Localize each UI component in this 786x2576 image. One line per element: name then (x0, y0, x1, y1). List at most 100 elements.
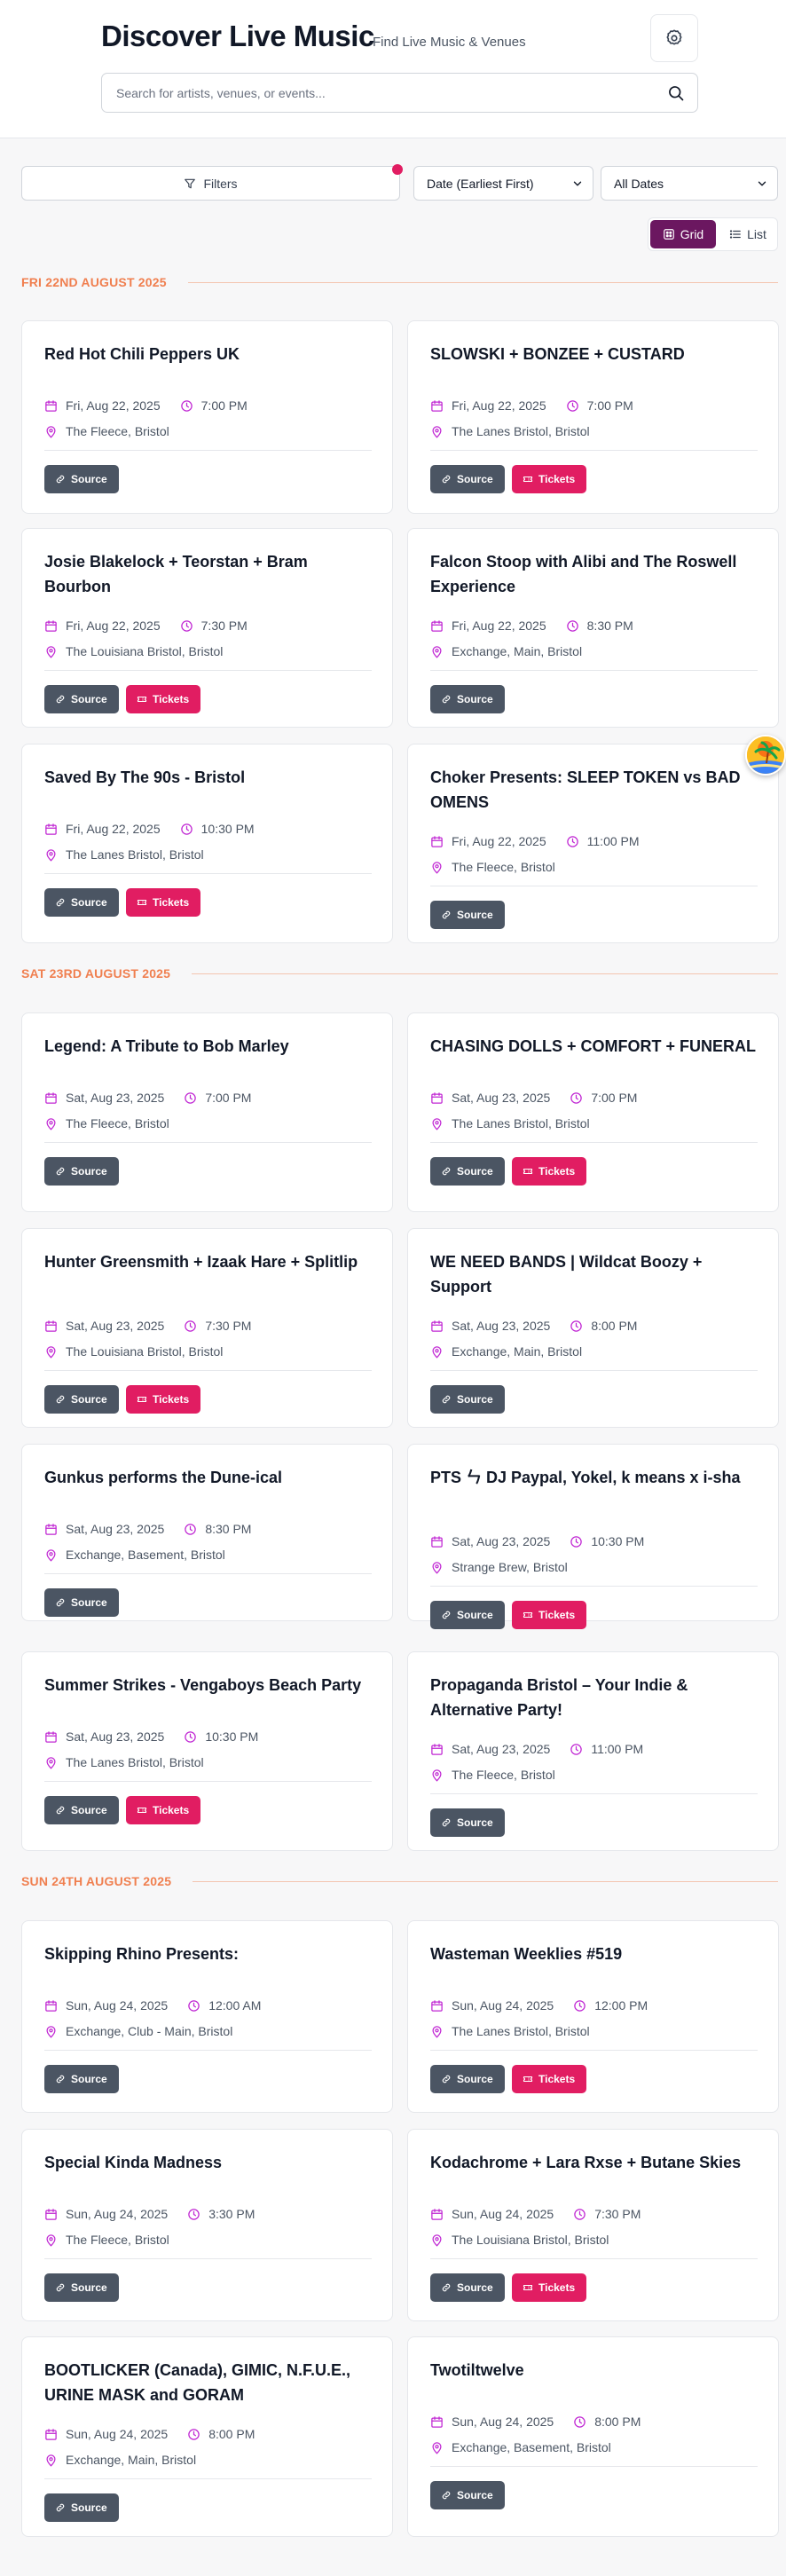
source-button[interactable]: Source (430, 2065, 505, 2093)
event-title[interactable]: Kodachrome + Lara Rxse + Butane Skies (430, 2150, 758, 2175)
source-button[interactable]: Source (44, 888, 119, 917)
event-title[interactable]: Summer Strikes - Vengaboys Beach Party (44, 1673, 373, 1698)
card-divider (430, 1793, 758, 1794)
grid-view-button[interactable]: Grid (650, 220, 716, 248)
event-title[interactable]: SLOWSKI + BONZEE + CUSTARD (430, 342, 758, 366)
card-divider (44, 1573, 372, 1574)
calendar-icon (430, 1743, 444, 1756)
event-card[interactable]: Summer Strikes - Vengaboys Beach Party Sa… (21, 1651, 393, 1851)
event-datetime: Sat, Aug 23, 2025 10:30 PM (430, 1532, 644, 1550)
source-button[interactable]: Source (430, 1385, 505, 1414)
tickets-button[interactable]: Tickets (126, 1385, 200, 1414)
event-title[interactable]: Skipping Rhino Presents: (44, 1942, 373, 1966)
source-button[interactable]: Source (430, 1601, 505, 1629)
tickets-button[interactable]: Tickets (512, 2065, 586, 2093)
event-card[interactable]: Special Kinda Madness Sun, Aug 24, 2025 3:… (21, 2129, 393, 2321)
event-title[interactable]: Propaganda Bristol – Your Indie & Altern… (430, 1673, 758, 1722)
event-card[interactable]: Wasteman Weeklies #519 Sun, Aug 24, 2025 1… (407, 1920, 779, 2113)
link-icon (441, 2074, 452, 2084)
event-title[interactable]: Saved By The 90s - Bristol (44, 765, 373, 790)
source-button[interactable]: Source (44, 685, 119, 713)
event-card[interactable]: Twotiltwelve Sun, Aug 24, 2025 8:00 PM Exch… (407, 2336, 779, 2537)
event-title[interactable]: Wasteman Weeklies #519 (430, 1942, 758, 1966)
date-range-select[interactable]: All Dates (601, 166, 778, 201)
event-card[interactable]: WE NEED BANDS | Wildcat Boozy + Support S… (407, 1228, 779, 1428)
source-button[interactable]: Source (44, 1385, 119, 1414)
source-button[interactable]: Source (44, 2493, 119, 2522)
settings-button[interactable] (650, 14, 698, 62)
event-card[interactable]: Skipping Rhino Presents: Sun, Aug 24, 202… (21, 1920, 393, 2113)
source-button[interactable]: Source (430, 901, 505, 929)
event-card[interactable]: CHASING DOLLS + COMFORT + FUNERAL Sat, Au… (407, 1012, 779, 1212)
source-button[interactable]: Source (430, 465, 505, 493)
event-title[interactable]: PTS ㄣ DJ Paypal, Yokel, k means x i-sha (430, 1465, 758, 1490)
source-button[interactable]: Source (44, 465, 119, 493)
search-button[interactable] (665, 83, 687, 104)
link-icon (55, 1166, 66, 1177)
list-view-button[interactable]: List (719, 220, 776, 248)
event-title[interactable]: Legend: A Tribute to Bob Marley (44, 1034, 373, 1059)
event-datetime: Sun, Aug 24, 2025 7:30 PM (430, 2205, 641, 2223)
event-title[interactable]: WE NEED BANDS | Wildcat Boozy + Support (430, 1249, 758, 1299)
card-actions: Source (44, 465, 119, 493)
event-title[interactable]: Special Kinda Madness (44, 2150, 373, 2175)
event-title[interactable]: Hunter Greensmith + Izaak Hare + Splitli… (44, 1249, 373, 1274)
date-heading: FRI 22ND AUGUST 2025 (21, 273, 778, 291)
event-card[interactable]: Choker Presents: SLEEP TOKEN vs BAD OMEN… (407, 744, 779, 943)
floating-widget-avatar[interactable] (745, 735, 786, 776)
source-button[interactable]: Source (44, 1588, 119, 1617)
event-title[interactable]: Choker Presents: SLEEP TOKEN vs BAD OMEN… (430, 765, 758, 815)
location-pin-icon (430, 1117, 444, 1130)
source-button[interactable]: Source (44, 1796, 119, 1824)
event-card[interactable]: Kodachrome + Lara Rxse + Butane Skies Sun… (407, 2129, 779, 2321)
event-card[interactable]: Red Hot Chili Peppers UK Fri, Aug 22, 202… (21, 320, 393, 514)
source-button-label: Source (71, 2501, 107, 2514)
sort-select[interactable]: Date (Earliest First) (413, 166, 593, 201)
source-button[interactable]: Source (430, 2481, 505, 2509)
tickets-button[interactable]: Tickets (512, 1601, 586, 1629)
event-card[interactable]: Falcon Stoop with Alibi and The Roswell … (407, 528, 779, 728)
event-card[interactable]: Saved By The 90s - Bristol Fri, Aug 22, 2… (21, 744, 393, 943)
tickets-button[interactable]: Tickets (512, 1157, 586, 1186)
source-button[interactable]: Source (430, 1157, 505, 1186)
source-button[interactable]: Source (430, 2273, 505, 2302)
filters-label: Filters (203, 176, 238, 191)
event-title[interactable]: Gunkus performs the Dune-ical (44, 1465, 373, 1490)
event-title[interactable]: Josie Blakelock + Teorstan + Bram Bourbo… (44, 549, 373, 599)
event-card[interactable]: Legend: A Tribute to Bob Marley Sat, Aug … (21, 1012, 393, 1212)
calendar-icon (44, 1523, 58, 1536)
event-title[interactable]: Twotiltwelve (430, 2358, 758, 2383)
event-title[interactable]: Falcon Stoop with Alibi and The Roswell … (430, 549, 758, 599)
event-card[interactable]: Hunter Greensmith + Izaak Hare + Splitli… (21, 1228, 393, 1428)
link-icon (55, 1597, 66, 1608)
event-card[interactable]: Propaganda Bristol – Your Indie & Altern… (407, 1651, 779, 1851)
tickets-button[interactable]: Tickets (126, 1796, 200, 1824)
event-card[interactable]: PTS ㄣ DJ Paypal, Yokel, k means x i-sha S… (407, 1444, 779, 1629)
ticket-icon (137, 1394, 147, 1405)
event-card[interactable]: BOOTLICKER (Canada), GIMIC, N.F.U.E., UR… (21, 2336, 393, 2537)
location-pin-icon (44, 645, 58, 658)
event-time: 10:30 PM (200, 822, 255, 836)
tickets-button[interactable]: Tickets (512, 465, 586, 493)
calendar-icon (430, 2415, 444, 2429)
tickets-button[interactable]: Tickets (126, 888, 200, 917)
event-title[interactable]: CHASING DOLLS + COMFORT + FUNERAL (430, 1034, 758, 1059)
tickets-button[interactable]: Tickets (126, 685, 200, 713)
event-title[interactable]: Red Hot Chili Peppers UK (44, 342, 373, 366)
search-input[interactable] (116, 74, 648, 112)
clock-icon (184, 1320, 197, 1333)
date-heading-divider (192, 973, 778, 974)
event-title[interactable]: BOOTLICKER (Canada), GIMIC, N.F.U.E., UR… (44, 2358, 373, 2407)
event-date: Sat, Aug 23, 2025 (452, 1319, 551, 1333)
source-button[interactable]: Source (430, 685, 505, 713)
source-button[interactable]: Source (44, 2273, 119, 2302)
event-card[interactable]: SLOWSKI + BONZEE + CUSTARD Fri, Aug 22, 2… (407, 320, 779, 514)
filters-button[interactable]: Filters (21, 166, 400, 201)
event-date: Sat, Aug 23, 2025 (452, 1742, 551, 1756)
event-card[interactable]: Gunkus performs the Dune-ical Sat, Aug 23… (21, 1444, 393, 1621)
source-button[interactable]: Source (44, 2065, 119, 2093)
event-card[interactable]: Josie Blakelock + Teorstan + Bram Bourbo… (21, 528, 393, 728)
tickets-button[interactable]: Tickets (512, 2273, 586, 2302)
source-button[interactable]: Source (44, 1157, 119, 1186)
source-button[interactable]: Source (430, 1808, 505, 1837)
